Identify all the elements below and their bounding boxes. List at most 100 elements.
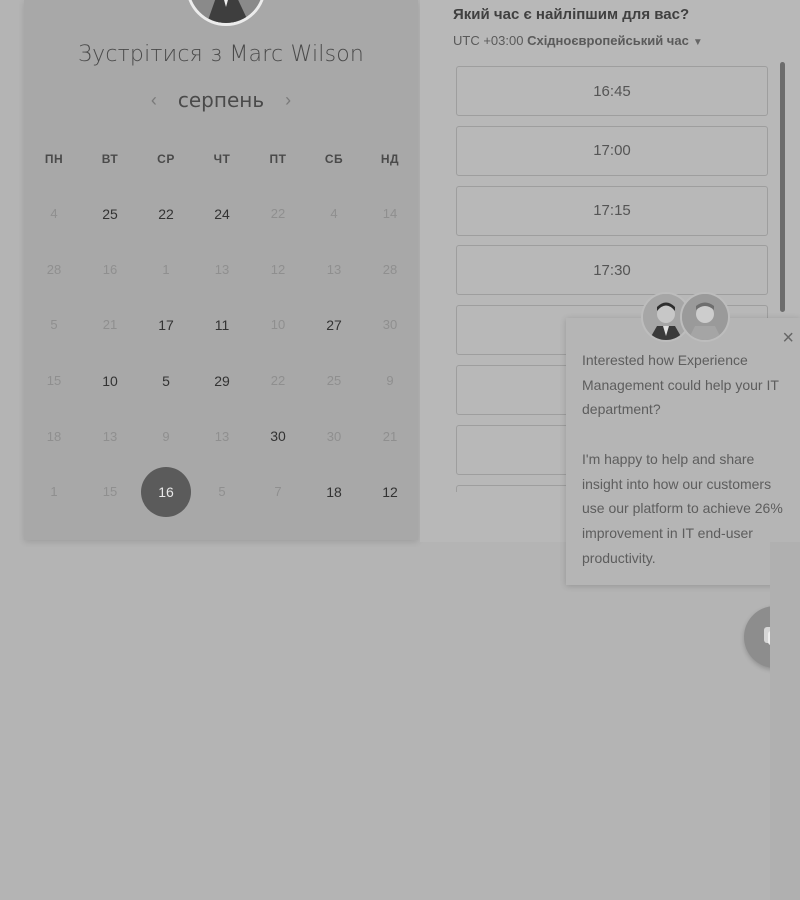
calendar-day-unavailable: 1 [26,464,82,520]
calendar-day-available[interactable]: 29 [194,353,250,409]
chat-popup: × Interested how Experience Management c… [566,318,800,585]
chat-paragraph: I'm happy to help and share insight into… [582,450,783,566]
calendar-day-available[interactable]: 5 [138,353,194,409]
calendar-day-number: 30 [270,428,286,445]
calendar-day-unavailable: 4 [306,186,362,242]
calendar-day-unavailable: 16 [82,242,138,298]
calendar-day-unavailable: 15 [82,464,138,520]
calendar-day-number: 10 [270,317,286,333]
calendar-day-available[interactable]: 12 [362,464,418,520]
calendar-day-unavailable: 15 [26,353,82,409]
calendar-day-number: 5 [162,372,170,389]
calendar-day-number: 22 [158,205,174,222]
next-month-chevron-icon[interactable]: › [278,90,298,111]
weekday-label: ПТ [269,152,287,166]
time-slot-button[interactable]: 17:30 [456,245,768,296]
calendar-day-number: 13 [102,428,118,444]
calendar-day-unavailable: 30 [306,408,362,464]
calendar-day-available[interactable]: 25 [82,186,138,242]
calendar-day-unavailable: 9 [362,353,418,409]
calendar-day-unavailable: 10 [250,297,306,353]
weekday-label: СР [157,152,175,166]
calendar-day-unavailable: 1 [138,242,194,298]
calendar-day-number: 15 [46,373,62,389]
calendar-day-number: 18 [46,428,62,444]
timezone-selector[interactable]: UTC +03:00 Східноєвропейський час ▼ [453,33,703,48]
calendar-day-number: 13 [214,428,230,444]
weekday-label: ЧТ [213,152,231,166]
calendar-day-number: 7 [274,484,282,500]
close-icon[interactable]: × [782,328,794,348]
calendar-day-number: 17 [158,316,174,333]
calendar-day-number: 13 [326,261,342,277]
slot-list-scrollbar[interactable] [780,62,785,312]
calendar-day-number: 14 [382,206,398,222]
calendar-day-unavailable: 30 [362,297,418,353]
calendar-day-number: 22 [270,373,286,389]
calendar-day-number: 12 [270,261,286,277]
time-slot-button[interactable]: 16:45 [456,66,768,116]
weekday-header: ПН ВТ СР ЧТ ПТ СБ НД [26,152,418,166]
prev-month-chevron-icon[interactable]: ‹ [144,90,164,111]
calendar-day-selected[interactable]: 16 [138,464,194,520]
calendar-day-number: 5 [50,317,58,333]
calendar-day-unavailable: 21 [362,408,418,464]
calendar-day-number: 22 [270,206,286,222]
calendar-day-number: 18 [326,483,342,500]
calendar-day-number: 21 [382,428,398,444]
calendar-day-number: 21 [102,317,118,333]
month-navigation: ‹ серпень › [24,88,418,112]
calendar-day-unavailable: 13 [82,408,138,464]
calendar-day-unavailable: 22 [250,353,306,409]
calendar-day-number: 25 [102,205,118,222]
calendar-day-available[interactable]: 11 [194,297,250,353]
calendar-day-available[interactable]: 17 [138,297,194,353]
meeting-title: Зустрітися з Marc Wilson [77,42,365,67]
calendar-day-number: 12 [382,483,398,500]
host-avatar [186,0,266,26]
calendar-day-number: 30 [326,428,342,444]
calendar-day-number: 24 [214,205,230,222]
calendar-day-available[interactable]: 10 [82,353,138,409]
time-question: Який час є найліпшим для вас? [453,6,690,23]
agent-avatar [680,292,730,342]
calendar-day-unavailable: 18 [26,408,82,464]
calendar-day-number: 28 [382,261,398,277]
calendar-day-unavailable: 13 [194,242,250,298]
calendar-card: Зустрітися з Marc Wilson ‹ серпень › ПН В… [24,0,418,540]
calendar-day-number: 1 [162,261,170,277]
calendar-day-unavailable: 22 [250,186,306,242]
calendar-day-unavailable: 7 [250,464,306,520]
calendar-day-number: 29 [214,372,230,389]
calendar-grid: 4 25 22 24 22 4 14 28 16 1 13 12 13 28 5 21 17 11 10 27 30 15… [26,186,418,520]
calendar-day-unavailable: 14 [362,186,418,242]
calendar-day-available[interactable]: 27 [306,297,362,353]
calendar-day-available[interactable]: 30 [250,408,306,464]
calendar-day-unavailable: 25 [306,353,362,409]
calendar-day-unavailable: 5 [26,297,82,353]
calendar-day-available[interactable]: 18 [306,464,362,520]
calendar-day-number: 4 [330,206,338,222]
calendar-day-number: 4 [50,206,58,222]
time-slot-button[interactable]: 17:15 [456,185,768,236]
time-slot-button[interactable]: 17:00 [456,125,768,176]
calendar-day-number: 9 [162,428,170,444]
calendar-day-number: 28 [46,261,62,277]
calendar-day-unavailable: 28 [26,242,82,298]
timezone-offset: UTC +03:00 [453,33,524,48]
calendar-day-available[interactable]: 24 [194,186,250,242]
calendar-day-number: 10 [102,372,118,389]
calendar-day-unavailable: 9 [138,408,194,464]
calendar-day-number: 25 [326,373,342,389]
calendar-day-unavailable: 12 [250,242,306,298]
calendar-day-unavailable: 28 [362,242,418,298]
weekday-label: ВТ [101,152,119,166]
calendar-day-number: 1 [50,484,58,500]
weekday-label: СБ [324,152,344,166]
calendar-day-unavailable: 13 [306,242,362,298]
calendar-day-number: 13 [214,261,230,277]
calendar-day-available[interactable]: 22 [138,186,194,242]
calendar-day-number: 9 [386,373,394,389]
page-edge-shadow [770,542,800,900]
caret-down-icon: ▼ [692,37,703,48]
